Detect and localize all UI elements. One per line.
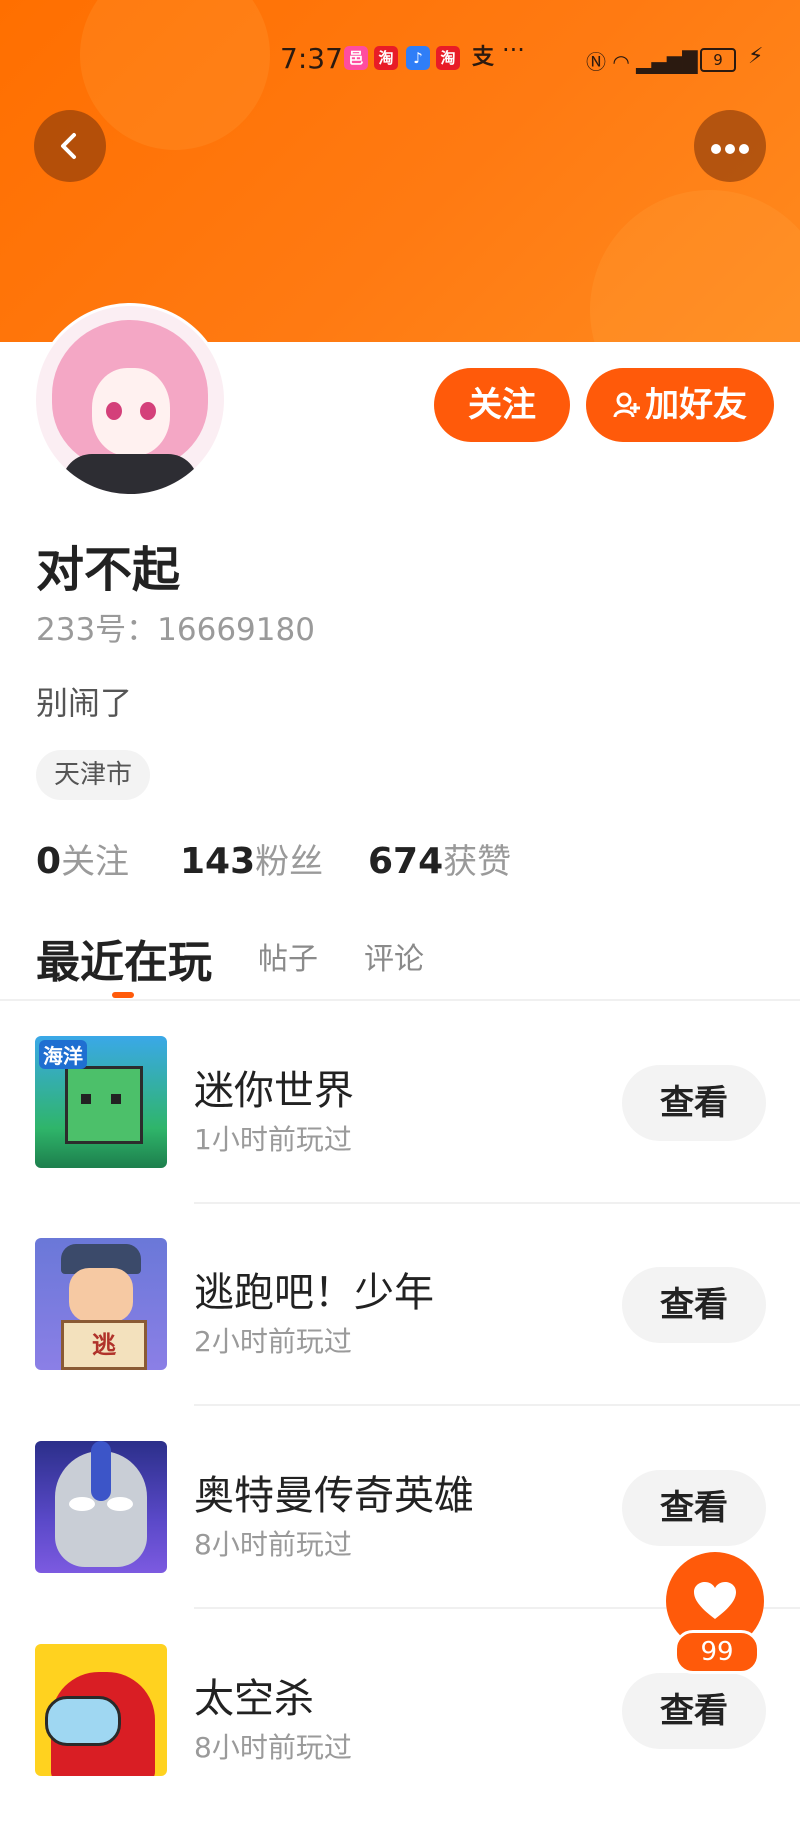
taobao-notification-icon: 淘: [436, 46, 460, 70]
likes-stat: 674获赞: [368, 834, 511, 883]
profile-header: 7:37 邑 淘 ♪ 淘 支 ··· Ⓝ ◠ ▂▄▆█ 9 ⚡: [0, 0, 800, 342]
tab-comments[interactable]: 评论: [364, 934, 424, 978]
tab-posts[interactable]: 帖子: [258, 934, 318, 978]
game-icon-mini-world: 海洋: [35, 1036, 167, 1168]
header-decoration: [590, 190, 800, 342]
location-badge: 天津市: [36, 750, 151, 800]
last-played-time: 8小时前玩过: [194, 1528, 352, 1561]
view-button[interactable]: 查看: [622, 1470, 766, 1546]
avatar[interactable]: [36, 306, 224, 494]
user-bio: 别闹了: [36, 684, 133, 722]
list-item[interactable]: 逃 逃跑吧！少年 2小时前玩过 查看: [0, 1238, 800, 1440]
taobao-notification-icon: 淘: [374, 46, 398, 70]
add-friend-button[interactable]: 加好友: [586, 368, 774, 442]
game-name: 迷你世界: [194, 1068, 354, 1114]
stat-label: 获赞: [443, 842, 512, 882]
more-options-button[interactable]: [694, 110, 766, 182]
view-button[interactable]: 查看: [622, 1065, 766, 1141]
game-icon-ultraman: [35, 1441, 167, 1573]
stat-number: 0: [36, 841, 62, 882]
alipay-notification-icon: 支: [471, 45, 494, 70]
user-id: 233号：16669180: [36, 612, 315, 648]
like-count-badge: 99: [674, 1630, 760, 1674]
list-item[interactable]: 太空杀 8小时前玩过 查看: [0, 1644, 800, 1846]
stat-label: 关注: [61, 842, 130, 882]
icon-sign: 逃: [61, 1320, 147, 1370]
back-button[interactable]: [34, 110, 106, 182]
app-notification-icon: 邑: [344, 46, 368, 70]
game-icon-escape-boy: 逃: [35, 1238, 167, 1370]
divider: [194, 1202, 800, 1204]
add-friend-label: 加好友: [645, 385, 747, 425]
user-name: 对不起: [36, 542, 181, 598]
game-name: 太空杀: [194, 1676, 314, 1722]
charging-icon: ⚡: [748, 44, 764, 69]
stat-number: 674: [368, 841, 444, 882]
last-played-time: 8小时前玩过: [194, 1731, 352, 1764]
divider: [194, 1404, 800, 1406]
more-dots-icon: [711, 144, 749, 154]
game-name: 奥特曼传奇英雄: [194, 1473, 474, 1519]
stat-number: 143: [180, 841, 256, 882]
following-stat[interactable]: 0关注: [36, 834, 129, 883]
tab-recently-played[interactable]: 最近在玩: [36, 926, 212, 990]
add-user-icon: [613, 370, 641, 444]
list-item[interactable]: 海洋 迷你世界 1小时前玩过 查看: [0, 1036, 800, 1238]
game-name: 逃跑吧！少年: [194, 1270, 434, 1316]
chevron-left-icon: [61, 133, 76, 159]
stat-label: 粉丝: [255, 842, 324, 882]
battery-icon: 9: [700, 48, 736, 72]
last-played-time: 1小时前玩过: [194, 1123, 352, 1156]
active-tab-indicator: [112, 992, 134, 998]
status-time: 7:37: [280, 42, 343, 75]
fans-stat[interactable]: 143粉丝: [180, 834, 323, 883]
last-played-time: 2小时前玩过: [194, 1325, 352, 1358]
heart-icon: [694, 1582, 736, 1619]
view-button[interactable]: 查看: [622, 1673, 766, 1749]
follow-button[interactable]: 关注: [434, 368, 570, 442]
divider: [0, 999, 800, 1001]
view-button[interactable]: 查看: [622, 1267, 766, 1343]
more-notifications-icon: ···: [502, 36, 525, 64]
music-notification-icon: ♪: [406, 46, 430, 70]
icon-tag: 海洋: [39, 1040, 87, 1069]
game-icon-space-kill: [35, 1644, 167, 1776]
status-bar: 7:37 邑 淘 ♪ 淘 支 ··· Ⓝ ◠ ▂▄▆█ 9 ⚡: [0, 30, 800, 86]
nfc-wifi-signal-icons: Ⓝ ◠ ▂▄▆█: [586, 50, 698, 74]
